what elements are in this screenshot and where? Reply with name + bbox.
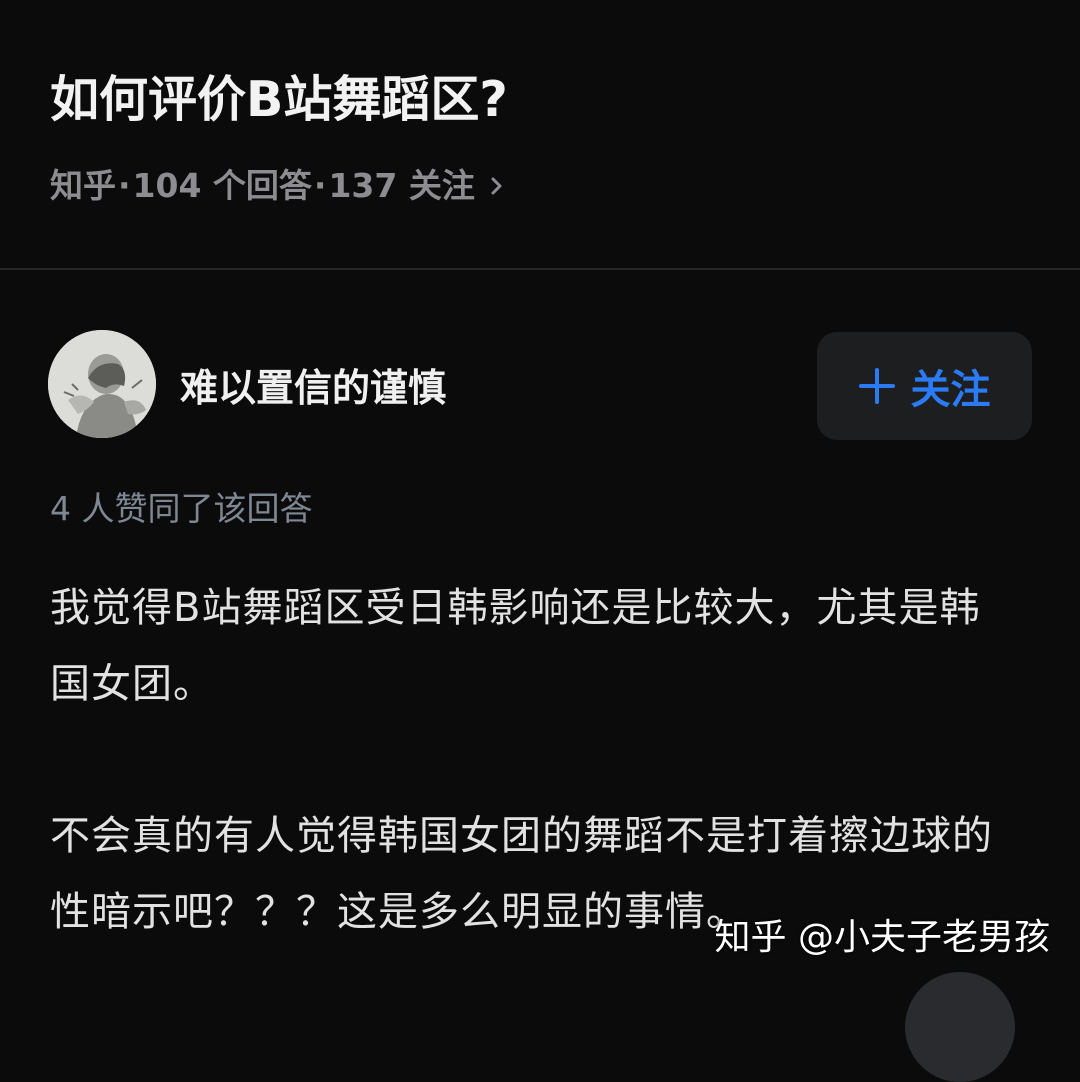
- follow-button[interactable]: 关注: [817, 332, 1032, 440]
- question-header: 如何评价B站舞蹈区? 知乎 · 104 个回答 · 137 关注: [0, 0, 1080, 270]
- meta-separator: ·: [118, 166, 131, 205]
- meta-follower-count: 137 关注: [328, 166, 475, 205]
- author-name[interactable]: 难以置信的谨慎: [180, 360, 446, 416]
- watermark: 知乎 @小夫子老男孩: [714, 917, 1050, 958]
- avatar-sketch-image: [48, 330, 156, 438]
- vote-summary: 4 人赞同了该回答: [50, 489, 313, 528]
- meta-answer-count: 104 个回答: [132, 166, 312, 205]
- answer-paragraph: 我觉得B站舞蹈区受日韩影响还是比较大，尤其是韩国女团。: [50, 585, 981, 707]
- follow-button-label: 关注: [910, 367, 991, 413]
- answer-body[interactable]: 我觉得B站舞蹈区受日韩影响还是比较大，尤其是韩国女团。 不会真的有人觉得韩国女团…: [50, 570, 1010, 950]
- floating-action-button[interactable]: [905, 972, 1015, 1082]
- meta-source: 知乎: [50, 166, 116, 205]
- meta-separator: ·: [313, 166, 327, 205]
- question-title[interactable]: 如何评价B站舞蹈区?: [50, 60, 508, 140]
- plus-icon: [858, 368, 895, 404]
- question-meta[interactable]: 知乎 · 104 个回答 · 137 关注: [50, 160, 505, 212]
- avatar[interactable]: [48, 330, 156, 438]
- chevron-right-icon: [491, 177, 502, 195]
- author-row: 难以置信的谨慎 关注: [0, 330, 1080, 442]
